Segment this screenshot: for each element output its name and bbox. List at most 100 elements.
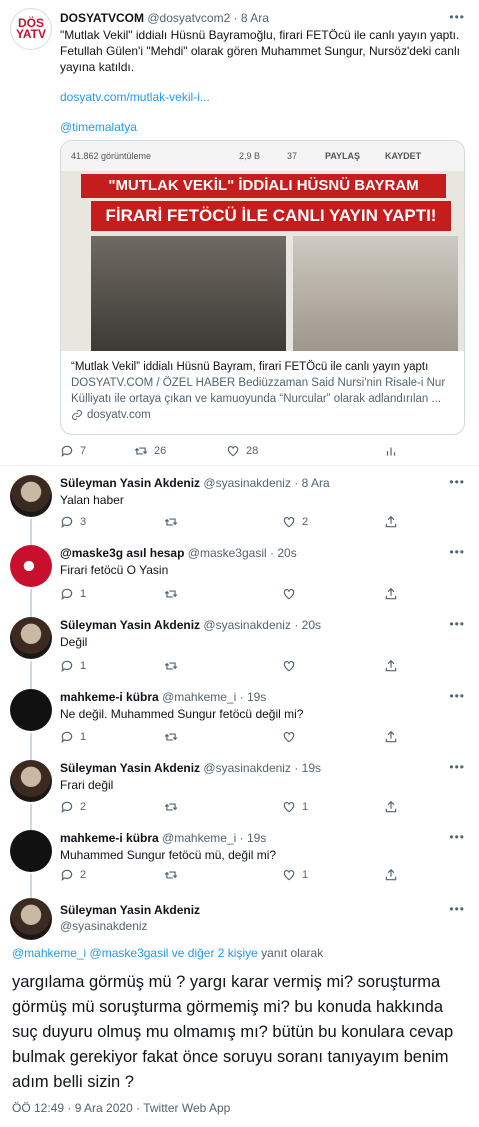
link-icon (72, 410, 82, 420)
reply-button[interactable]: 1 (60, 659, 86, 673)
author-handle[interactable]: @syasinakdeniz (60, 919, 148, 933)
more-options-icon[interactable]: ••• (449, 545, 465, 559)
retweet-button[interactable] (164, 587, 184, 601)
retweet-button[interactable] (164, 868, 184, 882)
avatar-logo-text: YATV (15, 27, 46, 41)
retweet-button[interactable] (164, 800, 184, 814)
link-card[interactable]: 41.862 görüntüleme 2,9 B 37 PAYLAŞ KAYDE… (60, 140, 465, 435)
tweet-timestamp[interactable]: ÖÖ 12:49 · 9 Ara 2020 · Twitter Web App (12, 1101, 230, 1115)
share-button[interactable] (384, 730, 398, 744)
tweet-text: Yalan haber (60, 493, 124, 507)
author-handle[interactable]: @maske3gasil (188, 546, 267, 560)
analytics-button[interactable] (384, 444, 398, 458)
retweet-button[interactable]: 26 (134, 444, 166, 458)
author-name[interactable]: mahkeme-i kübra (60, 690, 159, 704)
share-button[interactable] (384, 515, 398, 529)
share-button[interactable] (384, 659, 398, 673)
tweet-header: Süleyman Yasin Akdeniz @syasinakdeniz · … (60, 760, 467, 776)
share-button[interactable] (384, 587, 398, 601)
tweet-date[interactable]: · 19s (294, 761, 321, 775)
more-options-icon[interactable]: ••• (449, 689, 465, 703)
view-count: 41.862 görüntüleme (71, 151, 152, 161)
reply-tweet[interactable]: mahkeme-i kübra @mahkeme_i · 19s Muhamme… (0, 822, 479, 898)
more-options-icon[interactable]: ••• (449, 760, 465, 774)
like-count: 28 (246, 445, 259, 457)
avatar[interactable] (10, 830, 52, 872)
photo-left (91, 236, 286, 351)
share-button[interactable] (384, 868, 398, 882)
avatar[interactable] (10, 545, 52, 587)
avatar[interactable] (10, 898, 52, 940)
share-button[interactable] (384, 800, 398, 814)
more-options-icon[interactable]: ••• (449, 830, 465, 844)
retweet-icon (134, 447, 148, 455)
reply-button[interactable]: 2 (60, 800, 86, 814)
author-name[interactable]: DOSYATVCOM (60, 11, 144, 25)
tweet-date[interactable]: · 19s (240, 831, 267, 845)
reply-tweet[interactable]: mahkeme-i kübra @mahkeme_i · 19s Ne deği… (0, 681, 479, 760)
like-button[interactable]: 28 (226, 444, 258, 458)
tweet-date[interactable]: · 8 Ara (294, 476, 329, 490)
like-button[interactable]: 1 (282, 800, 308, 814)
author-name[interactable]: Süleyman Yasin Akdeniz (60, 618, 200, 632)
author-name[interactable]: Süleyman Yasin Akdeniz (60, 476, 200, 490)
author-handle[interactable]: @mahkeme_i (162, 690, 236, 704)
more-options-icon[interactable]: ••• (449, 902, 465, 916)
avatar[interactable]: DÖS YATV (10, 8, 52, 50)
reply-button[interactable]: 7 (60, 444, 86, 458)
share-icon (385, 868, 397, 881)
tweet-date[interactable]: · 19s (240, 690, 267, 704)
reply-icon (61, 660, 73, 673)
author-name[interactable]: mahkeme-i kübra (60, 831, 159, 845)
reply-button[interactable]: 3 (60, 515, 86, 529)
avatar[interactable] (10, 760, 52, 802)
heart-icon (283, 661, 295, 672)
author-handle[interactable]: @mahkeme_i (162, 831, 236, 845)
heart-icon (283, 732, 295, 743)
tweet-header: @maske3g asıl hesap @maske3gasil · 20s (60, 545, 467, 561)
like-button[interactable] (282, 587, 302, 601)
like-button[interactable]: 1 (282, 868, 308, 882)
tweet-date[interactable]: · 20s (294, 618, 321, 632)
reply-tweet[interactable]: Süleyman Yasin Akdeniz @syasinakdeniz · … (0, 752, 479, 830)
tweet-date[interactable]: · 8 Ara (234, 11, 269, 25)
card-share-label: PAYLAŞ (325, 151, 361, 161)
more-options-icon[interactable]: ••• (449, 10, 465, 24)
avatar[interactable] (10, 617, 52, 659)
author-name[interactable]: Süleyman Yasin Akdeniz (60, 761, 200, 775)
like-button[interactable]: 2 (282, 515, 308, 529)
more-options-icon[interactable]: ••• (449, 617, 465, 631)
reply-button[interactable]: 1 (60, 587, 86, 601)
reply-others-link[interactable]: ve diğer 2 kişiye (172, 946, 258, 960)
retweet-button[interactable] (164, 659, 184, 673)
action-bar: 3 2 (60, 515, 400, 531)
reply-tweet[interactable]: Süleyman Yasin Akdeniz @syasinakdeniz · … (0, 467, 479, 545)
retweet-button[interactable] (164, 730, 184, 744)
author-handle[interactable]: @syasinakdeniz (203, 476, 291, 490)
tweet-date[interactable]: · 20s (270, 546, 297, 560)
reply-tweet[interactable]: Süleyman Yasin Akdeniz @syasinakdeniz · … (0, 609, 479, 689)
tweet-mention[interactable]: @timemalatya (60, 119, 467, 135)
like-button[interactable] (282, 659, 302, 673)
retweet-button[interactable] (164, 515, 184, 529)
author-name[interactable]: @maske3g asıl hesap (60, 546, 184, 560)
author-handle[interactable]: @dosyatvcom2 (147, 11, 230, 25)
avatar[interactable] (10, 475, 52, 517)
tweet-link[interactable]: dosyatv.com/mutlak-vekil-i... (60, 89, 467, 105)
like-button[interactable] (282, 730, 302, 744)
author-handle[interactable]: @syasinakdeniz (203, 618, 291, 632)
reply-tweet[interactable]: @maske3g asıl hesap @maske3gasil · 20s F… (0, 537, 479, 617)
photo-right (293, 236, 458, 351)
reply-count: 1 (80, 731, 87, 743)
author-handle[interactable]: @syasinakdeniz (203, 761, 291, 775)
reply-mentions[interactable]: @mahkeme_i @maske3gasil (12, 946, 168, 960)
action-bar: 7 26 28 (60, 444, 400, 460)
reply-button[interactable]: 1 (60, 730, 86, 744)
reply-button[interactable]: 2 (60, 868, 86, 882)
more-options-icon[interactable]: ••• (449, 475, 465, 489)
main-tweet[interactable]: DÖS YATV DOSYATVCOM @dosyatvcom2 · 8 Ara… (0, 0, 479, 465)
share-icon (385, 587, 397, 600)
author-name[interactable]: Süleyman Yasin Akdeniz (60, 903, 200, 917)
focused-tweet-text: yargılama görmüş mü ? yargı karar vermiş… (12, 973, 454, 1091)
avatar[interactable] (10, 689, 52, 731)
